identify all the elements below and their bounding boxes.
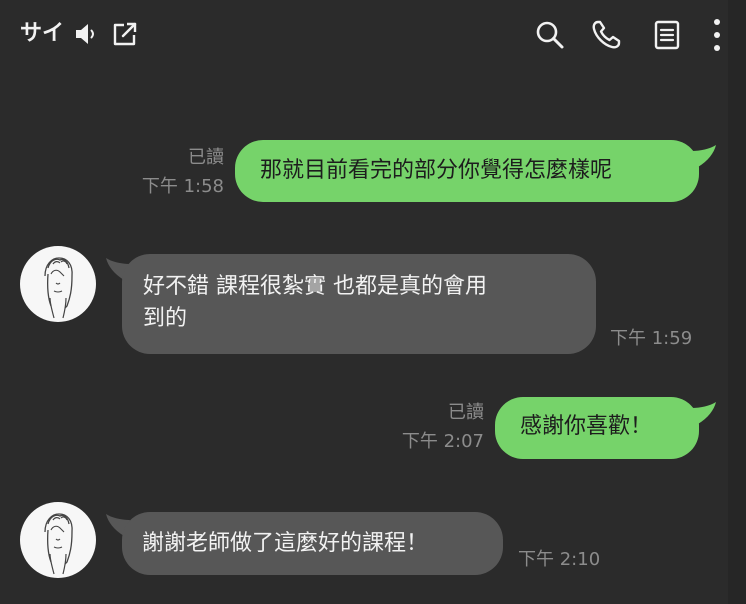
message-bubble[interactable]: 好不錯 課程很紮實 也都是真的會用 到的 [122,254,596,354]
chat-header: サイ [0,0,728,68]
external-window-icon[interactable] [112,21,138,47]
avatar[interactable] [20,502,96,578]
message-text-line: 到的 [143,306,188,331]
bubble-tail [692,402,716,424]
message-time: 下午 1:59 [610,328,693,349]
chat-title: サイ [20,21,65,46]
message-time: 下午 2:07 [401,431,484,452]
message-text: 那就目前看完的部分你覺得怎麼樣呢 [260,158,613,183]
message-text: 感謝你喜歡！ [520,414,653,439]
message-bubble[interactable]: 那就目前看完的部分你覺得怎麼樣呢 [235,140,699,202]
more-vertical-icon[interactable] [711,18,723,52]
message-bubble[interactable]: 感謝你喜歡！ [495,397,699,459]
phone-icon[interactable] [590,19,622,51]
notes-icon[interactable] [653,19,681,51]
read-receipt: 已讀 [188,147,224,168]
message-time: 下午 2:10 [518,549,601,570]
message-text: 謝謝老師做了這麼好的課程！ [142,531,429,556]
read-receipt: 已讀 [448,402,484,423]
scrollbar[interactable] [728,0,746,604]
message-time: 下午 1:58 [141,176,224,197]
search-icon[interactable] [535,20,565,50]
avatar[interactable] [20,246,96,322]
message-bubble[interactable]: 謝謝老師做了這麼好的課程！ [122,512,503,575]
message-text-line: 好不錯 課程很紮實 也都是真的會用 [143,274,487,299]
speaker-muted-icon[interactable] [74,22,100,46]
bubble-tail [692,145,716,167]
chat-window: サイ 已讀 下午 1:58 那就目前看完的部分你覺得怎麼樣呢 好不錯 課程很紮實… [0,0,746,604]
